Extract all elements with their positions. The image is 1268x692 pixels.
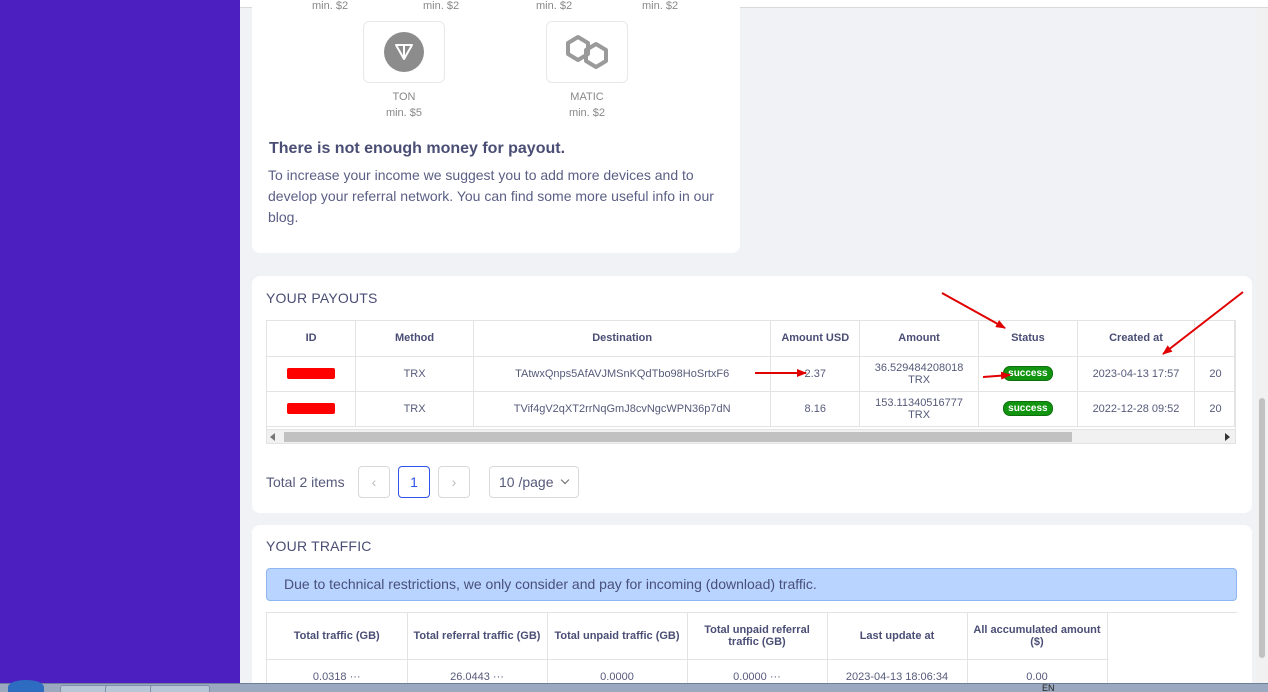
page-size-select[interactable]: 10 /page <box>489 466 579 498</box>
more-button[interactable]: ··· <box>350 671 361 683</box>
scrollbar-thumb[interactable] <box>1259 398 1265 658</box>
traffic-notice: Due to technical restrictions, we only c… <box>266 568 1237 601</box>
payout-extra: 20 <box>1194 391 1235 427</box>
method-min: min. $2 <box>568 107 606 119</box>
payouts-card: YOUR PAYOUTS ID Method Destination Amoun… <box>252 276 1252 513</box>
payouts-table: ID Method Destination Amount USD Amount … <box>266 320 1236 444</box>
column-header[interactable]: ID <box>267 321 357 357</box>
method-min-label: min. $2 <box>423 0 460 12</box>
payouts-header-row: ID Method Destination Amount USD Amount … <box>267 321 1235 357</box>
method-name: TON <box>392 91 416 103</box>
status-badge: success <box>1003 401 1053 416</box>
horizontal-scrollbar[interactable] <box>267 429 1235 443</box>
method-ton-button[interactable] <box>363 21 445 83</box>
more-button[interactable]: ··· <box>493 671 504 683</box>
unpaid-referral-value: 0.0000 <box>733 671 767 683</box>
language-indicator[interactable]: EN <box>1042 684 1055 692</box>
column-header: Total unpaid traffic (GB) <box>547 613 688 660</box>
payout-amount-value: 36.529484208018 <box>874 361 964 374</box>
referral-traffic-value: 26.0443 <box>450 671 490 683</box>
method-min-label: min. $2 <box>312 0 349 12</box>
taskbar-app-button[interactable] <box>150 685 210 692</box>
column-header[interactable]: Amount <box>859 321 980 357</box>
page-scrollbar[interactable] <box>1256 8 1268 684</box>
more-button[interactable]: ··· <box>770 671 781 683</box>
total-traffic-value: 0.0318 <box>312 671 347 683</box>
chevron-right-icon: › <box>451 474 457 490</box>
payout-method: TRX <box>355 391 474 427</box>
payout-amount-unit: TRX <box>908 373 931 386</box>
payout-methods-card: min. $2 min. $2 min. $2 min. $2 TON min.… <box>252 0 740 253</box>
payouts-title: YOUR PAYOUTS <box>266 290 378 306</box>
prev-page-button[interactable]: ‹ <box>358 466 390 498</box>
method-min-label: min. $2 <box>642 0 679 12</box>
status-badge: success <box>1003 366 1053 381</box>
matic-icon <box>566 35 608 69</box>
start-button[interactable] <box>8 680 44 692</box>
page-1-button[interactable]: 1 <box>398 466 430 498</box>
scroll-right-icon[interactable] <box>1225 433 1230 441</box>
column-header: Last update at <box>827 613 968 660</box>
ton-icon <box>384 32 424 72</box>
column-header: Total unpaid referral traffic (GB) <box>687 613 828 660</box>
column-header[interactable] <box>1194 321 1235 357</box>
traffic-table: Total traffic (GB) Total referral traffi… <box>266 612 1237 692</box>
payout-created-at: 2023-04-13 17:57 <box>1077 356 1196 392</box>
method-min-label: min. $2 <box>536 0 573 12</box>
sidebar <box>0 0 240 692</box>
payout-method: TRX <box>355 356 474 392</box>
page-size-value: 10 /page <box>499 474 554 490</box>
payout-amount: 153.11340516777 TRX <box>859 391 980 427</box>
scroll-left-icon[interactable] <box>270 433 275 441</box>
payout-destination: TAtwxQnps5AfAVJMSnKQdTbo98HoSrtxF6 <box>473 356 772 392</box>
payout-amount-unit: TRX <box>908 408 931 421</box>
traffic-header-row: Total traffic (GB) Total referral traffi… <box>267 613 1108 660</box>
table-row: TRX TAtwxQnps5AfAVJMSnKQdTbo98HoSrtxF6 2… <box>267 356 1235 392</box>
column-header: Total referral traffic (GB) <box>407 613 548 660</box>
payout-amount: 36.529484208018 TRX <box>859 356 980 392</box>
method-matic-button[interactable] <box>546 21 628 83</box>
redacted-id <box>287 403 336 415</box>
method-min-row: min. $2 min. $2 min. $2 min. $2 <box>252 0 740 12</box>
pagination: Total 2 items ‹ 1 › 10 /page <box>266 466 666 498</box>
insufficient-funds-text: To increase your income we suggest you t… <box>268 165 728 228</box>
total-items: Total 2 items <box>266 474 345 490</box>
message-end: . <box>294 209 299 225</box>
scrollbar-thumb[interactable] <box>284 432 1072 442</box>
next-page-button[interactable]: › <box>438 466 470 498</box>
payout-created-at: 2022-12-28 09:52 <box>1077 391 1196 427</box>
chevron-left-icon: ‹ <box>371 474 377 490</box>
column-header[interactable]: Amount USD <box>770 321 861 357</box>
column-header[interactable]: Created at <box>1077 321 1196 357</box>
insufficient-funds-body: To increase your income we suggest you t… <box>268 167 714 204</box>
column-header[interactable]: Destination <box>473 321 772 357</box>
payout-extra: 20 <box>1194 356 1235 392</box>
method-min: min. $5 <box>385 107 423 119</box>
blog-link[interactable]: blog <box>268 209 294 225</box>
payout-destination: TVif4gV2qXT2rrNqGmJ8cvNgcWPN36p7dN <box>473 391 772 427</box>
column-header[interactable]: Status <box>978 321 1078 357</box>
taskbar: EN <box>0 680 1268 692</box>
method-name: MATIC <box>570 91 604 103</box>
redacted-id <box>287 368 336 380</box>
traffic-card: YOUR TRAFFIC Due to technical restrictio… <box>252 525 1252 692</box>
payout-amount-usd: 8.16 <box>770 391 861 427</box>
payout-amount-usd: 2.37 <box>770 356 861 392</box>
column-header: Total traffic (GB) <box>267 613 408 660</box>
table-row: TRX TVif4gV2qXT2rrNqGmJ8cvNgcWPN36p7dN 8… <box>267 391 1235 427</box>
traffic-title: YOUR TRAFFIC <box>266 538 372 554</box>
column-header[interactable]: Method <box>355 321 474 357</box>
chevron-down-icon <box>560 475 569 485</box>
column-header: All accumulated amount ($) <box>967 613 1108 660</box>
payout-amount-value: 153.11340516777 <box>875 396 964 409</box>
insufficient-funds-title: There is not enough money for payout. <box>269 140 566 157</box>
